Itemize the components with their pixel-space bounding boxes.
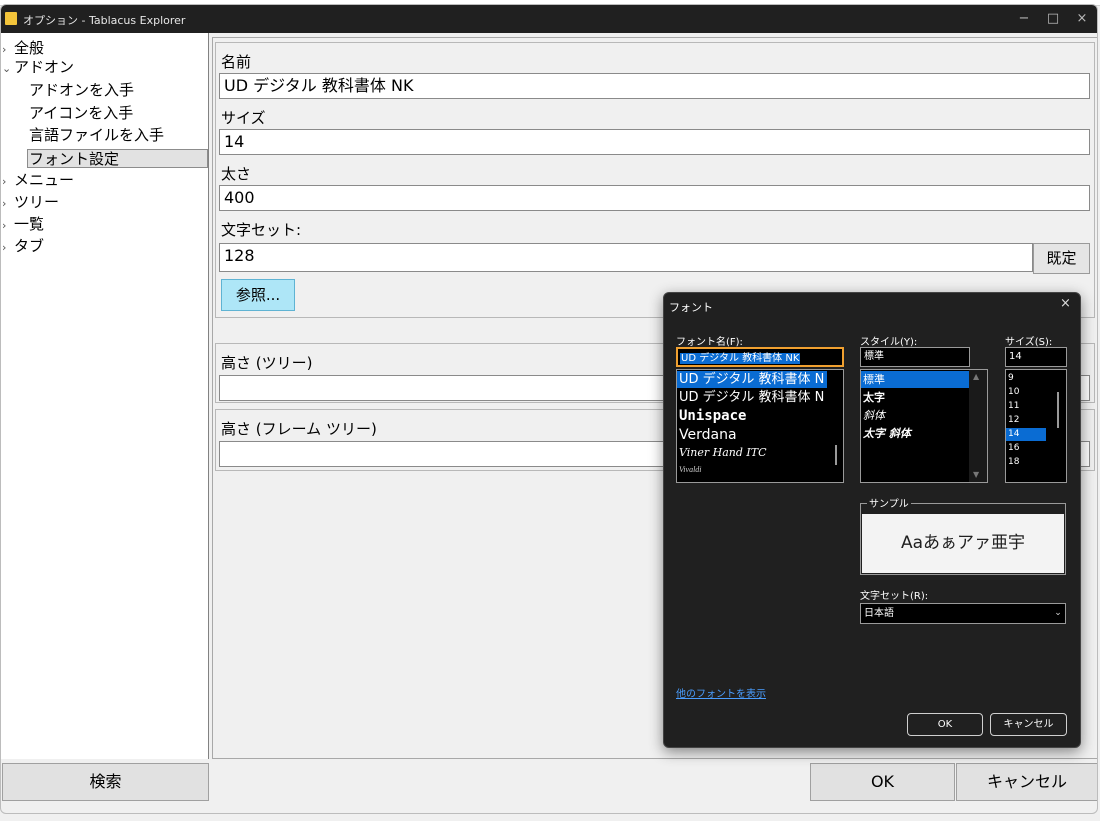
font-list-scrollbar[interactable]	[829, 370, 843, 482]
size-list-item[interactable]: 14	[1006, 428, 1046, 441]
style-label: スタイル(Y):	[860, 337, 918, 348]
charset-select[interactable]: 日本語 ⌄	[860, 603, 1066, 624]
chevron-down-icon[interactable]: ⌄	[1051, 604, 1065, 623]
tree-item-get-icons[interactable]: アイコンを入手	[29, 104, 133, 123]
more-fonts-link[interactable]: 他のフォントを表示	[676, 685, 766, 700]
options-tree: › 全般 ⌄ アドオン アドオンを入手 アイコンを入手 言語ファイルを入手 フォント…	[1, 33, 209, 759]
style-input[interactable]: 標準	[860, 347, 970, 367]
style-list-item[interactable]: 標準	[861, 371, 969, 388]
charset-label: 文字セット(R):	[860, 591, 929, 602]
title-bar: オプション - Tablacus Explorer − □ ×	[1, 5, 1097, 33]
size-list-scrollbar[interactable]	[1048, 370, 1066, 482]
size-label: サイズ	[221, 109, 266, 127]
font-name-list[interactable]: UD デジタル 教科書体 N UD デジタル 教科書体 N Unispace V…	[676, 369, 844, 483]
size-list-item[interactable]: 18	[1006, 456, 1046, 469]
ok-button[interactable]: OK	[810, 763, 955, 801]
tree-item-label: ツリー	[14, 193, 60, 211]
tree-item-addons[interactable]: ⌄ アドオン	[2, 58, 74, 77]
font-dialog-close-icon[interactable]: ×	[1060, 296, 1071, 311]
search-button[interactable]: 検索	[2, 763, 209, 801]
size-list-item[interactable]: 16	[1006, 442, 1046, 455]
name-label: 名前	[221, 53, 252, 71]
tree-item-font-settings[interactable]: フォント設定	[27, 149, 208, 168]
scroll-up-icon[interactable]: ▲	[973, 372, 979, 381]
browse-button[interactable]: 参照...	[221, 279, 295, 311]
chevron-right-icon[interactable]: ›	[2, 216, 11, 235]
font-name-input[interactable]: UD デジタル 教科書体 NK	[676, 347, 844, 367]
size-list-item[interactable]: 9	[1006, 372, 1046, 385]
font-name-label: フォント名(F):	[676, 337, 743, 348]
font-size-field[interactable]: 14	[219, 129, 1090, 155]
font-dialog-cancel-button[interactable]: キャンセル	[990, 713, 1067, 736]
font-name-field[interactable]: UD デジタル 教科書体 NK	[219, 73, 1090, 99]
weight-label: 太さ	[221, 165, 252, 183]
sample-label: サンプル	[867, 495, 911, 510]
tree-item-get-language[interactable]: 言語ファイルを入手	[29, 126, 164, 145]
tree-item-label: タブ	[14, 237, 45, 255]
font-dialog-ok-button[interactable]: OK	[907, 713, 983, 736]
charset-label: 文字セット:	[221, 221, 302, 239]
charset-field[interactable]: 128	[219, 243, 1033, 272]
chevron-down-icon[interactable]: ⌄	[2, 59, 11, 78]
font-name-input-value: UD デジタル 教科書体 NK	[680, 353, 801, 364]
font-dialog-title: フォント	[669, 301, 713, 314]
size-list[interactable]: 9 10 11 12 14 16 18	[1005, 369, 1067, 483]
window-title: オプション - Tablacus Explorer	[23, 14, 186, 27]
tree-item-label: メニュー	[14, 171, 75, 189]
style-list[interactable]: 標準 太字 斜体 太字 斜体 ▲ ▼	[860, 369, 988, 483]
font-list-item[interactable]: UD デジタル 教科書体 N	[677, 371, 827, 388]
maximize-button[interactable]: □	[1042, 9, 1064, 29]
style-list-item[interactable]: 太字 斜体	[861, 425, 969, 442]
minimize-button[interactable]: −	[1013, 9, 1035, 29]
tree-item-list[interactable]: › 一覧	[2, 215, 44, 234]
font-weight-field[interactable]: 400	[219, 185, 1090, 211]
chevron-right-icon[interactable]: ›	[2, 40, 11, 59]
size-list-item[interactable]: 11	[1006, 400, 1046, 413]
scroll-down-icon[interactable]: ▼	[973, 470, 979, 479]
scrollbar-thumb[interactable]	[835, 445, 837, 465]
chevron-right-icon[interactable]: ›	[2, 194, 11, 213]
font-list-item[interactable]: Viner Hand ITC	[677, 445, 827, 461]
sample-preview: Aaあぁアァ亜宇	[862, 514, 1064, 573]
style-list-item[interactable]: 斜体	[861, 407, 969, 424]
frame-tree-height-label: 高さ (フレーム ツリー)	[221, 420, 377, 438]
font-list-item[interactable]: Verdana	[677, 426, 827, 444]
style-list-item[interactable]: 太字	[861, 389, 969, 406]
tree-item-tabs[interactable]: › タブ	[2, 237, 44, 256]
tree-item-tree[interactable]: › ツリー	[2, 193, 59, 212]
tree-height-label: 高さ (ツリー)	[221, 354, 313, 372]
chevron-right-icon[interactable]: ›	[2, 172, 11, 191]
size-input[interactable]: 14	[1005, 347, 1067, 367]
tree-item-label: アドオン	[14, 58, 75, 76]
chevron-right-icon[interactable]: ›	[2, 238, 11, 257]
tree-item-get-addons[interactable]: アドオンを入手	[29, 81, 134, 100]
app-folder-icon	[5, 12, 17, 25]
cancel-button[interactable]: キャンセル	[956, 763, 1097, 801]
font-dialog: フォント × フォント名(F): スタイル(Y): サイズ(S): UD デジタ…	[663, 292, 1081, 748]
default-button[interactable]: 既定	[1033, 243, 1090, 274]
size-list-item[interactable]: 10	[1006, 386, 1046, 399]
size-label: サイズ(S):	[1005, 337, 1053, 348]
tree-item-label: 全般	[14, 39, 45, 57]
size-list-item[interactable]: 12	[1006, 414, 1046, 427]
scrollbar-thumb[interactable]	[1057, 392, 1059, 428]
tree-item-menu[interactable]: › メニュー	[2, 171, 74, 190]
font-list-item[interactable]: Vivaldi	[677, 463, 827, 477]
tree-item-label: 一覧	[14, 215, 45, 233]
close-button[interactable]: ×	[1071, 9, 1093, 29]
font-list-item[interactable]: UD デジタル 教科書体 N	[677, 389, 827, 406]
charset-select-value: 日本語	[864, 608, 894, 619]
tree-item-general[interactable]: › 全般	[2, 39, 44, 58]
font-list-item[interactable]: Unispace	[677, 407, 827, 425]
style-list-scrollbar[interactable]: ▲ ▼	[969, 370, 987, 482]
